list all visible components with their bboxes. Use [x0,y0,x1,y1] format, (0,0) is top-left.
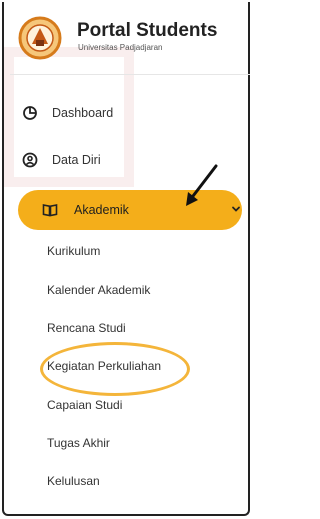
book-open-icon [42,204,58,217]
submenu-item-capaian-studi[interactable]: Capaian Studi [47,398,122,412]
submenu-item-kurikulum[interactable]: Kurikulum [47,244,100,258]
submenu-item-kalender-akademik[interactable]: Kalender Akademik [47,283,150,297]
highlight-circle [40,342,190,396]
submenu-item-rencana-studi[interactable]: Rencana Studi [47,321,126,335]
nav-item-label: Data Diri [52,153,101,167]
pie-chart-icon [22,105,38,121]
university-logo [18,16,62,60]
pointer-arrow-icon [186,164,218,206]
nav-item-label: Akademik [74,203,129,217]
submenu-item-tugas-akhir[interactable]: Tugas Akhir [47,436,110,450]
submenu-item-kelulusan[interactable]: Kelulusan [47,474,100,488]
user-circle-icon [22,152,38,168]
header-divider [10,74,250,75]
nav-item-label: Dashboard [52,106,114,120]
sidebar-header: Portal Students Universitas Padjadjaran [10,10,250,65]
app-title: Portal Students [77,20,218,41]
chevron-down-icon[interactable] [231,204,241,214]
app-subtitle: Universitas Padjadjaran [78,43,163,52]
nav-item-dashboard[interactable]: Dashboard [22,98,232,128]
sidebar-panel: Portal Students Universitas Padjadjaran … [2,2,250,516]
